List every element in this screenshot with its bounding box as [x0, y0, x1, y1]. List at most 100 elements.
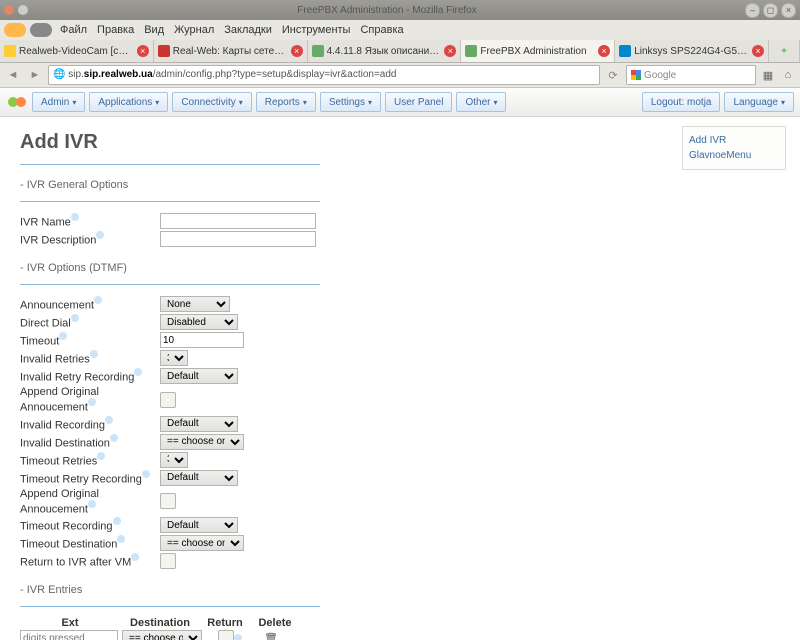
select-timeout-rec[interactable]: Default [160, 517, 238, 533]
menu-file[interactable]: Файл [56, 24, 91, 36]
nav-settings[interactable]: Settings▾ [320, 92, 381, 112]
close-tab-icon[interactable]: × [444, 45, 456, 57]
select-invalid-retries[interactable]: 3 [160, 350, 188, 366]
nav-other[interactable]: Other▾ [456, 92, 506, 112]
menu-bookmarks[interactable]: Закладки [220, 24, 276, 36]
input-timeout[interactable] [160, 332, 244, 348]
close-tab-icon[interactable]: × [598, 45, 610, 57]
favicon-icon [312, 45, 324, 57]
nav-connectivity[interactable]: Connectivity▾ [172, 92, 251, 112]
browser-menubar: Файл Правка Вид Журнал Закладки Инструме… [0, 20, 800, 40]
help-icon[interactable] [59, 332, 67, 340]
freepbx-logo-icon [6, 93, 28, 111]
help-icon[interactable] [88, 398, 96, 406]
window-title: FreePBX Administration - Mozilla Firefox [32, 5, 742, 16]
entries-header: Ext Destination Return Delete [20, 617, 320, 629]
nav-applications[interactable]: Applications▾ [89, 92, 168, 112]
addon-icon[interactable]: ▦ [760, 67, 776, 83]
maximize-button[interactable]: ◻ [763, 3, 778, 18]
help-icon[interactable] [234, 634, 242, 640]
favicon-icon [4, 45, 16, 57]
help-icon[interactable] [71, 314, 79, 322]
tab-strip: Realweb-VideoCam [cam.realweb...× Real-W… [0, 40, 800, 63]
menu-edit[interactable]: Правка [93, 24, 138, 36]
favicon-icon [619, 45, 631, 57]
help-icon[interactable] [117, 535, 125, 543]
side-link-glavnoemenu[interactable]: GlavnoeMenu [689, 148, 779, 163]
help-icon[interactable] [105, 416, 113, 424]
menu-tools[interactable]: Инструменты [278, 24, 355, 36]
nav-reports[interactable]: Reports▾ [256, 92, 316, 112]
app-icon [30, 23, 52, 37]
select-invalid-retry-rec[interactable]: Default [160, 368, 238, 384]
select-timeout-retries[interactable]: 3 [160, 452, 188, 468]
menu-help[interactable]: Справка [356, 24, 407, 36]
logout-button[interactable]: Logout: motja [642, 92, 721, 112]
reload-button[interactable]: ⟳ [604, 66, 622, 84]
input-ivr-desc[interactable] [160, 231, 316, 247]
close-tab-icon[interactable]: × [752, 45, 764, 57]
firefox-icon [4, 5, 14, 15]
close-tab-icon[interactable]: × [291, 45, 303, 57]
help-icon[interactable] [131, 553, 139, 561]
forward-button[interactable]: ► [26, 66, 44, 84]
page-content: Admin▾ Applications▾ Connectivity▾ Repor… [0, 88, 800, 640]
freepbx-topnav: Admin▾ Applications▾ Connectivity▾ Repor… [0, 88, 800, 117]
chevron-down-icon: ▾ [493, 98, 497, 107]
language-button[interactable]: Language▾ [724, 92, 794, 112]
help-icon[interactable] [88, 500, 96, 508]
menu-history[interactable]: Журнал [170, 24, 218, 36]
checkbox-append-orig-2[interactable] [160, 493, 176, 509]
search-input[interactable]: Google [626, 65, 756, 85]
tab-4[interactable]: Linksys SPS224G4-G5, Коммутат...× [615, 40, 769, 62]
help-icon[interactable] [71, 213, 79, 221]
select-invalid-dest[interactable]: == choose one == [160, 434, 244, 450]
google-icon [631, 70, 641, 80]
input-ext[interactable] [20, 630, 118, 640]
menu-view[interactable]: Вид [140, 24, 168, 36]
select-invalid-rec[interactable]: Default [160, 416, 238, 432]
help-icon[interactable] [97, 452, 105, 460]
select-destination[interactable]: == choose one == [122, 630, 202, 640]
chevron-down-icon: ▾ [239, 98, 243, 107]
entry-row: == choose one == 🗑 [20, 629, 320, 640]
help-icon[interactable] [110, 434, 118, 442]
tab-3[interactable]: FreePBX Administration× [461, 40, 615, 62]
tab-2[interactable]: 4.4.11.8 Язык описания маршр...× [308, 40, 462, 62]
nav-admin[interactable]: Admin▾ [32, 92, 85, 112]
chevron-down-icon: ▾ [72, 98, 76, 107]
url-toolbar: ◄ ► 🌐 sip.sip.realweb.ua/admin/config.ph… [0, 63, 800, 88]
back-button[interactable]: ◄ [4, 66, 22, 84]
help-icon[interactable] [94, 296, 102, 304]
firefox-menu-icon[interactable] [4, 23, 26, 37]
favicon-icon [465, 45, 477, 57]
select-direct-dial[interactable]: Disabled [160, 314, 238, 330]
checkbox-return[interactable] [218, 630, 234, 640]
chevron-down-icon: ▾ [303, 98, 307, 107]
help-icon[interactable] [134, 368, 142, 376]
select-announcement[interactable]: None [160, 296, 230, 312]
input-ivr-name[interactable] [160, 213, 316, 229]
close-tab-icon[interactable]: × [137, 45, 149, 57]
help-icon[interactable] [96, 231, 104, 239]
tab-0[interactable]: Realweb-VideoCam [cam.realweb...× [0, 40, 154, 62]
help-icon[interactable] [142, 470, 150, 478]
delete-icon[interactable]: 🗑 [264, 632, 278, 640]
close-button[interactable]: × [781, 3, 796, 18]
label-ivr-name: IVR Name [20, 213, 160, 229]
side-link-add-ivr[interactable]: Add IVR [689, 133, 779, 148]
url-input[interactable]: 🌐 sip.sip.realweb.ua/admin/config.php?ty… [48, 65, 600, 85]
select-timeout-dest[interactable]: == choose one == [160, 535, 244, 551]
new-tab-button[interactable]: + [769, 40, 800, 62]
select-timeout-retry-rec[interactable]: Default [160, 470, 238, 486]
help-icon[interactable] [113, 517, 121, 525]
checkbox-return-ivr[interactable] [160, 553, 176, 569]
nav-userpanel[interactable]: User Panel [385, 92, 452, 112]
chevron-down-icon: ▾ [155, 98, 159, 107]
home-button[interactable]: ⌂ [780, 67, 796, 83]
checkbox-append-orig-1[interactable] [160, 392, 176, 408]
chevron-down-icon: ▾ [368, 98, 372, 107]
tab-1[interactable]: Real-Web: Карты сетей [обновл...× [154, 40, 308, 62]
minimize-button[interactable]: – [745, 3, 760, 18]
help-icon[interactable] [90, 350, 98, 358]
